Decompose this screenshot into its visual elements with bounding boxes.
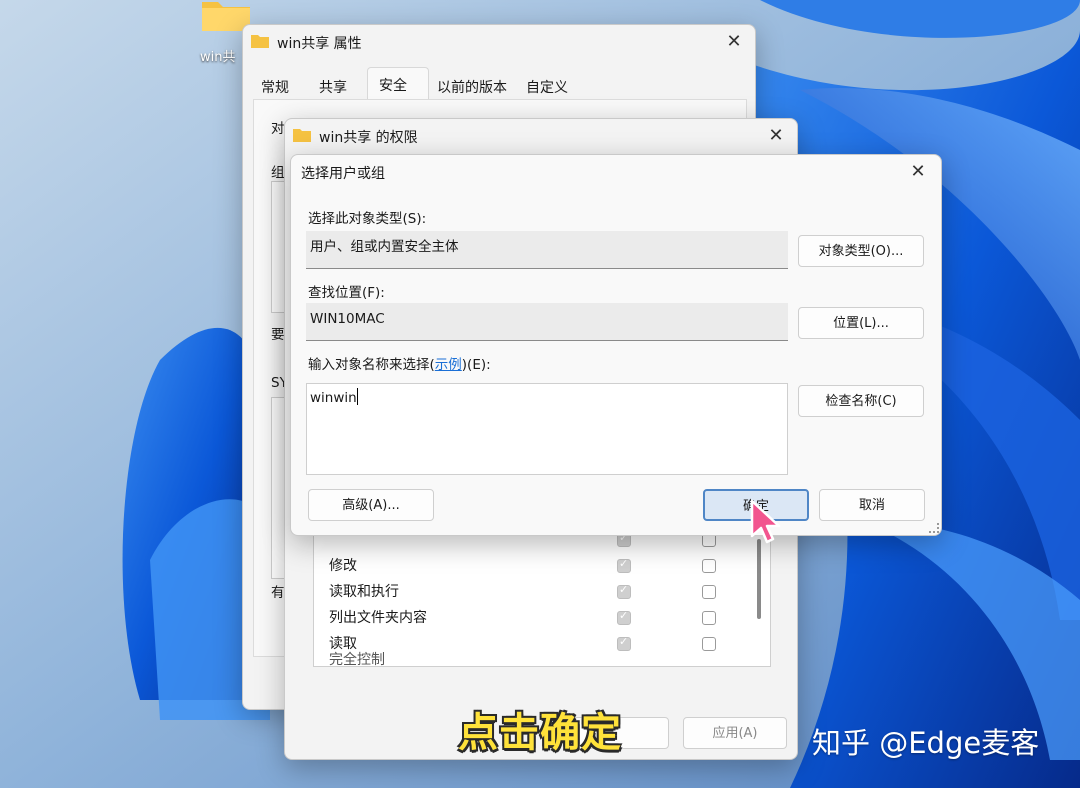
enter-names-label-post: )(E): xyxy=(461,357,491,373)
folder-icon xyxy=(251,35,269,48)
enter-names-label: 输入对象名称来选择(示例)(E): xyxy=(308,353,491,373)
names-value: winwin xyxy=(310,390,357,406)
location-value: WIN10MAC xyxy=(310,311,385,327)
apply-button[interactable]: 应用(A) xyxy=(683,717,787,749)
tab-customize[interactable]: 自定义 xyxy=(526,77,568,97)
select-titlebar: 选择用户或组 ✕ xyxy=(291,155,941,189)
enter-names-label-pre: 输入对象名称来选择( xyxy=(308,357,435,373)
object-type-field: 用户、组或内置安全主体 xyxy=(306,231,788,269)
allow-checkbox[interactable] xyxy=(617,557,631,573)
locations-button[interactable]: 位置(L)... xyxy=(798,307,924,339)
select-dialog-title: 选择用户或组 xyxy=(301,166,385,182)
folder-icon xyxy=(293,129,311,142)
permissions-title: win共享 的权限 xyxy=(319,130,418,146)
names-textarea[interactable]: winwin xyxy=(306,383,788,475)
close-icon[interactable]: ✕ xyxy=(907,161,929,183)
tab-security-label: 安全 xyxy=(379,78,407,94)
location-field: WIN10MAC xyxy=(306,303,788,341)
tab-security[interactable]: 安全 xyxy=(367,67,429,100)
perm-label: 读取 xyxy=(329,636,357,652)
text-cursor xyxy=(357,388,358,405)
tab-sharing[interactable]: 共享 xyxy=(319,77,347,97)
resize-grip-icon[interactable] xyxy=(929,523,939,533)
video-caption: 点击确定 xyxy=(458,710,622,756)
tab-general[interactable]: 常规 xyxy=(261,77,289,97)
deny-checkbox[interactable] xyxy=(702,611,716,625)
close-icon[interactable]: ✕ xyxy=(765,125,787,147)
properties-title: win共享 属性 xyxy=(277,36,362,52)
check-names-button[interactable]: 检查名称(C) xyxy=(798,385,924,417)
fragment-special: 有 xyxy=(271,585,285,601)
properties-titlebar: win共享 属性 ✕ xyxy=(243,25,755,59)
tab-previous-versions[interactable]: 以前的版本 xyxy=(437,77,507,97)
object-type-value: 用户、组或内置安全主体 xyxy=(310,239,459,255)
close-icon[interactable]: ✕ xyxy=(723,31,745,53)
object-type-label: 选择此对象类型(S): xyxy=(308,211,427,227)
perm-label: 修改 xyxy=(329,558,357,574)
fragment-change: 要 xyxy=(271,327,285,343)
deny-checkbox[interactable] xyxy=(702,585,716,599)
location-label: 查找位置(F): xyxy=(308,285,385,301)
select-users-dialog: 选择用户或组 ✕ 选择此对象类型(S): 用户、组或内置安全主体 对象类型(O)… xyxy=(290,154,942,536)
examples-link[interactable]: 示例 xyxy=(435,357,462,373)
allow-checkbox[interactable] xyxy=(617,609,631,625)
perm-label: 读取和执行 xyxy=(329,584,399,600)
fragment-group: 组 xyxy=(271,165,285,181)
perm-label: 列出文件夹内容 xyxy=(329,610,427,626)
desktop-folder-label: win共 xyxy=(200,50,236,65)
object-types-button[interactable]: 对象类型(O)... xyxy=(798,235,924,267)
fragment-object: 对 xyxy=(271,121,285,137)
deny-checkbox[interactable] xyxy=(702,637,716,651)
allow-checkbox[interactable] xyxy=(617,635,631,651)
allow-checkbox[interactable] xyxy=(617,583,631,599)
permissions-scrollbar[interactable] xyxy=(757,539,761,619)
pointer-cursor-icon xyxy=(750,499,781,544)
cancel-button[interactable]: 取消 xyxy=(819,489,925,521)
deny-checkbox[interactable] xyxy=(702,559,716,573)
permissions-titlebar: win共享 的权限 ✕ xyxy=(285,119,797,153)
advanced-button[interactable]: 高级(A)... xyxy=(308,489,434,521)
watermark: 知乎 @Edge麦客 xyxy=(812,726,1040,760)
